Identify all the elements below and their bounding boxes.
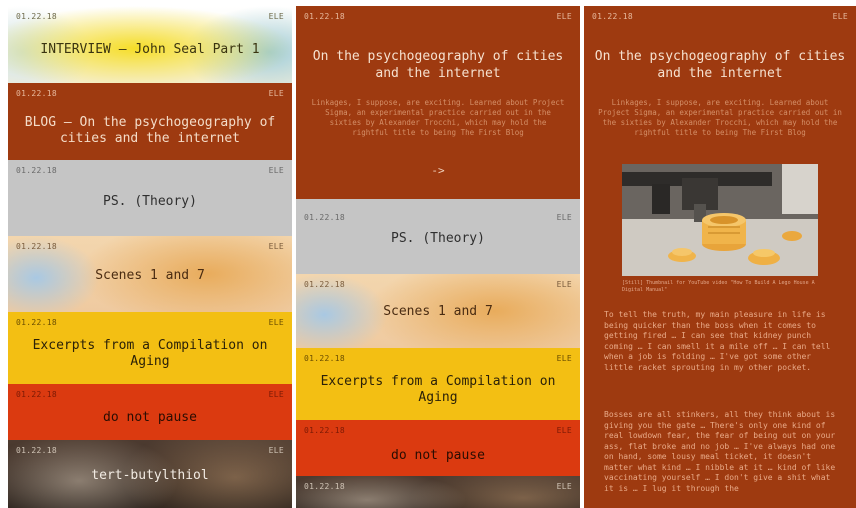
post-date: 01.22.18 [304, 12, 345, 21]
post-author: ELE [268, 390, 284, 399]
post-date: 01.22.18 [16, 318, 57, 327]
post-card-partial[interactable]: 01.22.18 ELE [296, 476, 580, 508]
post-title: Excerpts from a Compilation on Aging [320, 374, 556, 405]
post-author: ELE [268, 166, 284, 175]
post-card-theory[interactable]: 01.22.18 ELE PS. (Theory) [296, 199, 580, 274]
post-author: ELE [268, 89, 284, 98]
post-excerpt: Linkages, I suppose, are exciting. Learn… [311, 98, 565, 137]
post-author: ELE [268, 446, 284, 455]
post-date: 01.22.18 [304, 482, 345, 491]
post-title: INTERVIEW – John Seal Part 1 [40, 42, 260, 57]
post-title: PS. (Theory) [103, 194, 197, 209]
post-date: 01.22.18 [592, 12, 633, 21]
post-date: 01.22.18 [304, 280, 345, 289]
post-title: do not pause [391, 448, 485, 463]
post-list-panel: 01.22.18 ELE INTERVIEW – John Seal Part … [8, 6, 292, 508]
article-title: On the psychogeography of cities and the… [594, 49, 846, 81]
post-meta: 01.22.18 ELE [304, 426, 572, 435]
post-title: PS. (Theory) [391, 231, 485, 246]
photo-caption: [Still] Thumbnail for YouTube video "How… [622, 280, 815, 293]
post-title: Excerpts from a Compilation on Aging [32, 338, 268, 369]
article-photo [622, 164, 818, 276]
post-title: tert-butylthiol [91, 468, 209, 483]
read-more-arrow-link[interactable]: -> [296, 164, 580, 177]
post-meta: 01.22.18 ELE [304, 280, 572, 289]
post-meta: 01.22.18 ELE [304, 213, 572, 222]
post-date: 01.22.18 [16, 89, 57, 98]
post-meta: 01.22.18 ELE [16, 166, 284, 175]
post-date: 01.22.18 [304, 354, 345, 363]
article-paragraph: To tell the truth, my main pleasure in l… [604, 310, 831, 372]
post-meta: 01.22.18 ELE [304, 12, 572, 21]
post-author: ELE [556, 280, 572, 289]
post-card-theory[interactable]: 01.22.18 ELE PS. (Theory) [8, 160, 292, 236]
post-author: ELE [556, 12, 572, 21]
post-card-blog[interactable]: 01.22.18 ELE BLOG – On the psychogeograp… [8, 83, 292, 160]
post-meta: 01.22.18 ELE [16, 12, 284, 21]
article-panel: 01.22.18 ELE On the psychogeography of c… [584, 6, 856, 508]
post-meta: 01.22.18 ELE [16, 89, 284, 98]
post-author: ELE [556, 354, 572, 363]
post-card-excerpts[interactable]: 01.22.18 ELE Excerpts from a Compilation… [8, 312, 292, 384]
post-title: BLOG – On the psychogeography of cities … [24, 115, 276, 146]
post-author: ELE [832, 12, 848, 21]
post-date: 01.22.18 [16, 390, 57, 399]
article-paragraph: Bosses are all stinkers, all they think … [604, 410, 836, 493]
post-meta: 01.22.18 ELE [304, 482, 572, 491]
post-card-interview[interactable]: 01.22.18 ELE INTERVIEW – John Seal Part … [8, 6, 292, 83]
post-card-scenes[interactable]: 01.22.18 ELE Scenes 1 and 7 [296, 274, 580, 348]
post-card-do-not-pause[interactable]: 01.22.18 ELE do not pause [8, 384, 292, 440]
post-author: ELE [268, 12, 284, 21]
post-card-do-not-pause[interactable]: 01.22.18 ELE do not pause [296, 420, 580, 476]
post-title: Scenes 1 and 7 [383, 304, 493, 319]
post-card-scenes[interactable]: 01.22.18 ELE Scenes 1 and 7 [8, 236, 292, 312]
post-date: 01.22.18 [16, 166, 57, 175]
post-card-excerpts[interactable]: 01.22.18 ELE Excerpts from a Compilation… [296, 348, 580, 420]
post-date: 01.22.18 [16, 446, 57, 455]
post-meta: 01.22.18 ELE [304, 354, 572, 363]
post-author: ELE [556, 213, 572, 222]
post-date: 01.22.18 [304, 213, 345, 222]
post-author: ELE [556, 426, 572, 435]
post-author: ELE [268, 318, 284, 327]
post-date: 01.22.18 [304, 426, 345, 435]
post-title: do not pause [103, 410, 197, 425]
post-meta: 01.22.18 ELE [592, 12, 848, 21]
post-meta: 01.22.18 ELE [16, 318, 284, 327]
post-author: ELE [268, 242, 284, 251]
post-card-tert-butylthiol[interactable]: 01.22.18 ELE tert-butylthiol [8, 440, 292, 508]
article-excerpt: Linkages, I suppose, are exciting. Learn… [598, 98, 842, 137]
post-date: 01.22.18 [16, 12, 57, 21]
lego-printer-illustration [622, 164, 818, 276]
post-card-expanded[interactable]: 01.22.18 ELE On the psychogeography of c… [296, 6, 580, 199]
post-date: 01.22.18 [16, 242, 57, 251]
post-meta: 01.22.18 ELE [16, 242, 284, 251]
post-list-expanded-panel: 01.22.18 ELE On the psychogeography of c… [296, 6, 580, 508]
post-title: Scenes 1 and 7 [95, 268, 205, 283]
post-title: On the psychogeography of cities and the… [312, 49, 564, 81]
post-author: ELE [556, 482, 572, 491]
post-meta: 01.22.18 ELE [16, 390, 284, 399]
post-meta: 01.22.18 ELE [16, 446, 284, 455]
